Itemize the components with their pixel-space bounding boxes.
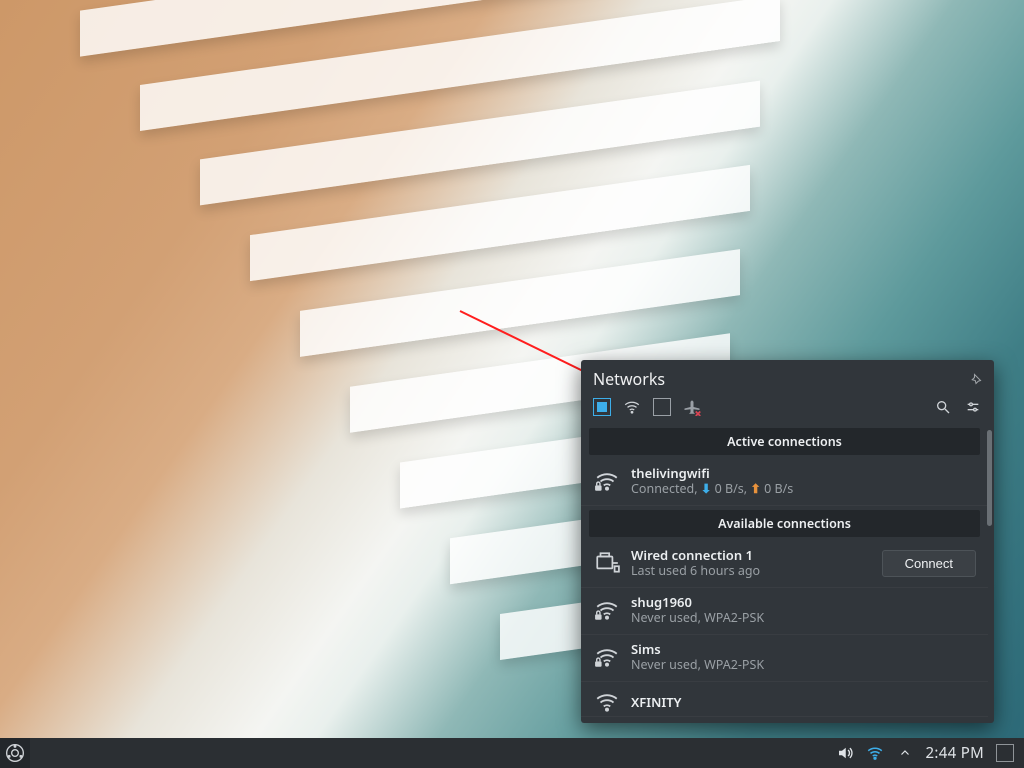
wifi-lock-icon — [593, 596, 621, 624]
ethernet-icon — [593, 549, 621, 577]
volume-icon[interactable] — [836, 744, 854, 762]
settings-icon[interactable] — [964, 398, 982, 416]
connection-sub: Never used, WPA2-PSK — [631, 657, 976, 673]
connection-wired[interactable]: Wired connection 1 Last used 6 hours ago… — [581, 541, 988, 588]
pin-icon[interactable] — [970, 373, 982, 385]
connection-wifi[interactable]: shug1960 Never used, WPA2-PSK — [581, 588, 988, 635]
connect-button[interactable]: Connect — [882, 550, 976, 577]
connection-name: Wired connection 1 — [631, 547, 872, 563]
system-tray: 2:44 PM — [836, 743, 1024, 763]
connection-status: Connected, ⬇ 0 B/s, ⬆ 0 B/s — [631, 481, 976, 497]
connection-wifi[interactable]: Sims Never used, WPA2-PSK — [581, 635, 988, 682]
networks-applet: Networks — [581, 360, 994, 723]
connection-name: XFINITY — [631, 694, 976, 710]
toggle-networking-checkbox[interactable] — [593, 398, 611, 416]
connection-name: Sims — [631, 641, 976, 657]
connection-sub: Last used 6 hours ago — [631, 563, 872, 579]
chevron-up-icon[interactable] — [896, 744, 914, 762]
section-available-connections: Available connections — [589, 510, 980, 537]
scrollbar-thumb[interactable] — [987, 430, 992, 526]
show-desktop-button[interactable] — [996, 744, 1014, 762]
connection-active[interactable]: thelivingwifi Connected, ⬇ 0 B/s, ⬆ 0 B/… — [581, 459, 988, 506]
connection-sub: Never used, WPA2-PSK — [631, 610, 976, 626]
connection-name: shug1960 — [631, 594, 976, 610]
taskbar-clock[interactable]: 2:44 PM — [926, 743, 984, 763]
applet-toolbar — [581, 394, 994, 424]
wifi-icon — [593, 688, 621, 716]
download-arrow-icon: ⬇ — [701, 480, 711, 497]
search-icon[interactable] — [934, 398, 952, 416]
wifi-tray-icon[interactable] — [866, 744, 884, 762]
start-button[interactable] — [0, 738, 30, 768]
airplane-mode-icon[interactable] — [683, 398, 701, 416]
kubuntu-icon — [5, 743, 25, 763]
connection-wifi[interactable]: XFINITY — [581, 682, 988, 717]
connections-scroll-area[interactable]: Active connections thelivingwifi Connect… — [581, 424, 994, 723]
section-active-connections: Active connections — [589, 428, 980, 455]
wifi-lock-icon — [593, 643, 621, 671]
taskbar: 2:44 PM — [0, 738, 1024, 768]
wifi-lock-icon — [593, 467, 621, 495]
applet-title: Networks — [593, 368, 665, 390]
upload-arrow-icon: ⬆ — [750, 480, 760, 497]
connection-name: thelivingwifi — [631, 465, 976, 481]
wifi-icon[interactable] — [623, 398, 641, 416]
toggle-wired-checkbox[interactable] — [653, 398, 671, 416]
